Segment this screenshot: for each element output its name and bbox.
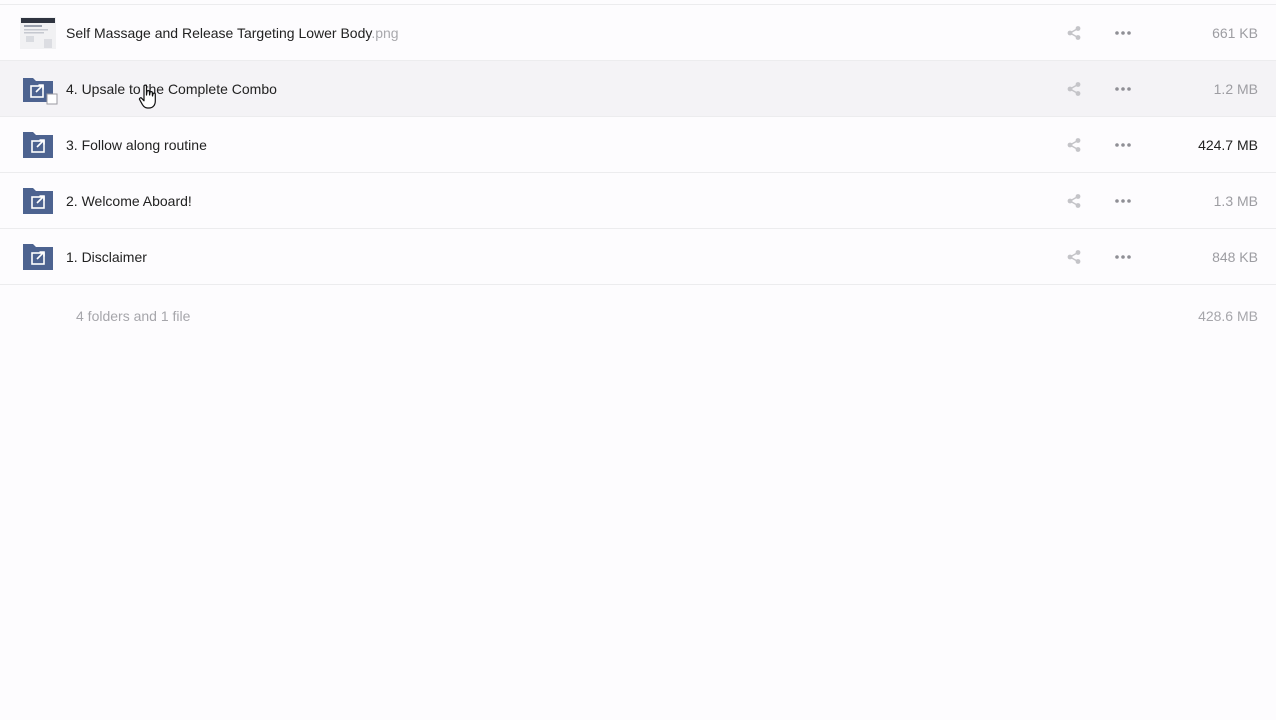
- file-size: 661 KB: [1212, 24, 1258, 41]
- folder-size: 1.2 MB: [1213, 80, 1258, 97]
- shared-folder-icon: [22, 243, 54, 271]
- more-options-icon[interactable]: [1111, 247, 1135, 267]
- folder-summary: 4 folders and 1 file: [76, 308, 191, 324]
- share-icon[interactable]: [1064, 23, 1084, 43]
- file-name[interactable]: Self Massage and Release Targeting Lower…: [66, 25, 399, 41]
- more-options-icon[interactable]: [1111, 191, 1135, 211]
- folder-name[interactable]: 1. Disclaimer: [66, 249, 147, 265]
- share-icon[interactable]: [1064, 247, 1084, 267]
- folder-name[interactable]: 2. Welcome Aboard!: [66, 193, 192, 209]
- folder-size: 848 KB: [1212, 248, 1258, 265]
- folder-row[interactable]: 4. Upsale to the Complete Combo 1.2 MB: [0, 61, 1276, 117]
- folder-size: 1.3 MB: [1213, 192, 1258, 209]
- hand-cursor-icon: [138, 84, 160, 110]
- more-options-icon[interactable]: [1111, 23, 1135, 43]
- shared-folder-icon: [22, 131, 54, 159]
- folder-row[interactable]: 1. Disclaimer 848 KB: [0, 229, 1276, 285]
- folder-row[interactable]: 3. Follow along routine 424.7 MB: [0, 117, 1276, 173]
- share-icon[interactable]: [1064, 135, 1084, 155]
- shared-folder-icon: [22, 187, 54, 215]
- file-row[interactable]: Self Massage and Release Targeting Lower…: [0, 5, 1276, 61]
- folder-name[interactable]: 4. Upsale to the Complete Combo: [66, 81, 277, 97]
- folder-name[interactable]: 3. Follow along routine: [66, 137, 207, 153]
- more-options-icon[interactable]: [1111, 79, 1135, 99]
- share-icon[interactable]: [1064, 79, 1084, 99]
- share-icon[interactable]: [1064, 191, 1084, 211]
- folder-size: 424.7 MB: [1198, 136, 1258, 153]
- more-options-icon[interactable]: [1111, 135, 1135, 155]
- image-thumbnail: [20, 17, 56, 49]
- folder-row[interactable]: 2. Welcome Aboard! 1.3 MB: [0, 173, 1276, 229]
- total-size: 428.6 MB: [1198, 308, 1258, 324]
- shared-folder-icon: [22, 75, 58, 105]
